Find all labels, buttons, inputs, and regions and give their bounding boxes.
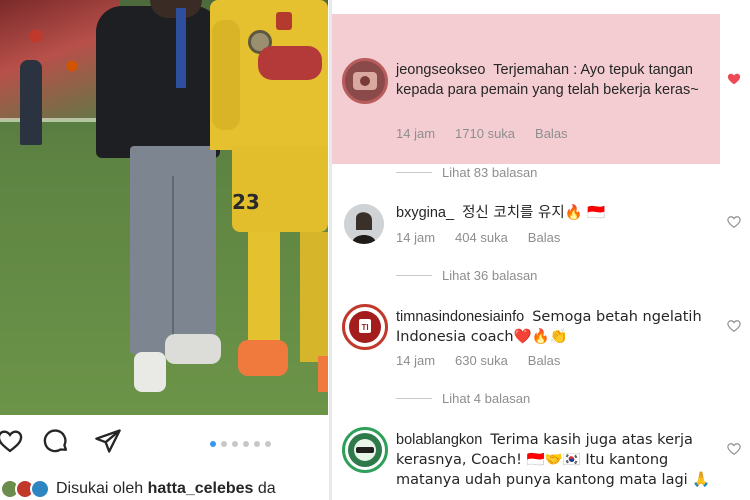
replies-line (396, 275, 432, 276)
coach-jeans (130, 146, 216, 354)
heart-outline-icon[interactable] (0, 425, 26, 457)
comment-text: timnasindonesiainfo Semoga betah ngelati… (396, 307, 716, 347)
comment-text: bxygina_ 정신 코치를 유지🔥 🇮🇩 (396, 203, 716, 223)
view-replies[interactable]: Lihat 36 balasan (396, 268, 537, 283)
liked-suffix: da (257, 479, 276, 497)
user-avatar[interactable] (342, 427, 388, 473)
view-replies[interactable]: Lihat 83 balasan (396, 165, 537, 180)
replies-line (396, 172, 432, 173)
user-avatar[interactable] (342, 58, 388, 104)
comment-username[interactable]: bolablangkon (396, 432, 482, 448)
comment-likes[interactable]: 1710 suka (455, 126, 515, 141)
post-photo[interactable]: 23 (0, 0, 328, 415)
comment-text: jeongseokseo Terjemahan : Ayo tepuk tang… (396, 60, 716, 100)
goalkeeper-arm (212, 20, 240, 130)
view-replies-label[interactable]: Lihat 83 balasan (442, 165, 537, 180)
carousel-dot[interactable] (265, 441, 271, 447)
comment-username[interactable]: timnasindonesiainfo (396, 309, 524, 325)
comment-time: 14 jam (396, 126, 436, 141)
carousel-dots (210, 441, 271, 447)
comment-likes[interactable]: 630 suka (455, 353, 508, 368)
comments-panel: jeongseokseo Terjemahan : Ayo tepuk tang… (332, 0, 750, 500)
liked-user-link[interactable]: hatta_celebes (148, 480, 254, 497)
comment-username[interactable]: jeongseokseo (396, 62, 486, 78)
background-person (20, 60, 42, 145)
coach-shoe (134, 352, 166, 392)
lanyard (176, 8, 186, 88)
replies-line (396, 398, 432, 399)
comment-meta: 14 jam 630 suka Balas (396, 353, 560, 368)
goalkeeper-gloves (258, 46, 322, 80)
comment-time: 14 jam (396, 230, 436, 245)
view-replies-label[interactable]: Lihat 4 balasan (442, 391, 530, 406)
user-avatar[interactable] (344, 204, 384, 244)
liked-by-text: Disukai oleh hatta_celebes da (56, 480, 276, 498)
carousel-dot[interactable] (232, 441, 238, 447)
view-replies[interactable]: Lihat 4 balasan (396, 391, 530, 406)
reply-button[interactable]: Balas (528, 230, 561, 245)
reply-button[interactable]: Balas (528, 353, 561, 368)
goalkeeper-boot (318, 356, 328, 392)
post-action-bar (0, 425, 330, 465)
liked-by-row[interactable]: Disukai oleh hatta_celebes da (0, 477, 330, 500)
heart-icon[interactable] (726, 71, 742, 87)
goalkeeper-boot (238, 340, 288, 376)
comment-meta: 14 jam 1710 suka Balas (396, 126, 568, 141)
view-replies-label[interactable]: Lihat 36 balasan (442, 268, 537, 283)
comment-time: 14 jam (396, 353, 436, 368)
goalkeeper-shorts (232, 146, 328, 232)
crest-badge (276, 12, 292, 30)
carousel-dot[interactable] (221, 441, 227, 447)
coach-figure (96, 6, 220, 158)
user-avatar[interactable]: TI (342, 304, 388, 350)
carousel-dot-active[interactable] (210, 441, 216, 447)
reply-button[interactable]: Balas (535, 126, 568, 141)
goalkeeper-leg (300, 232, 328, 362)
comment-text: bolablangkon Terima kasih juga atas kerj… (396, 430, 716, 490)
carousel-dot[interactable] (243, 441, 249, 447)
paper-plane-icon[interactable] (92, 425, 124, 457)
goalkeeper-leg (248, 232, 280, 342)
comment-likes[interactable]: 404 suka (455, 230, 508, 245)
coach-shoe (165, 334, 221, 364)
post-panel: 23 Disukai oleh hatta_celebes da (0, 0, 330, 500)
carousel-dot[interactable] (254, 441, 260, 447)
svg-text:TI: TI (361, 323, 368, 332)
speech-bubble-icon[interactable] (40, 425, 72, 457)
heart-outline-icon[interactable] (726, 441, 742, 457)
comment-meta: 14 jam 404 suka Balas (396, 230, 560, 245)
liked-prefix: Disukai oleh (56, 479, 144, 497)
comment-username[interactable]: bxygina_ (396, 205, 454, 221)
liker-avatar[interactable] (30, 478, 50, 499)
comment-body: 정신 코치를 유지🔥 🇮🇩 (462, 205, 606, 221)
heart-outline-icon[interactable] (726, 214, 742, 230)
heart-outline-icon[interactable] (726, 318, 742, 334)
shirt-number: 23 (232, 190, 260, 214)
